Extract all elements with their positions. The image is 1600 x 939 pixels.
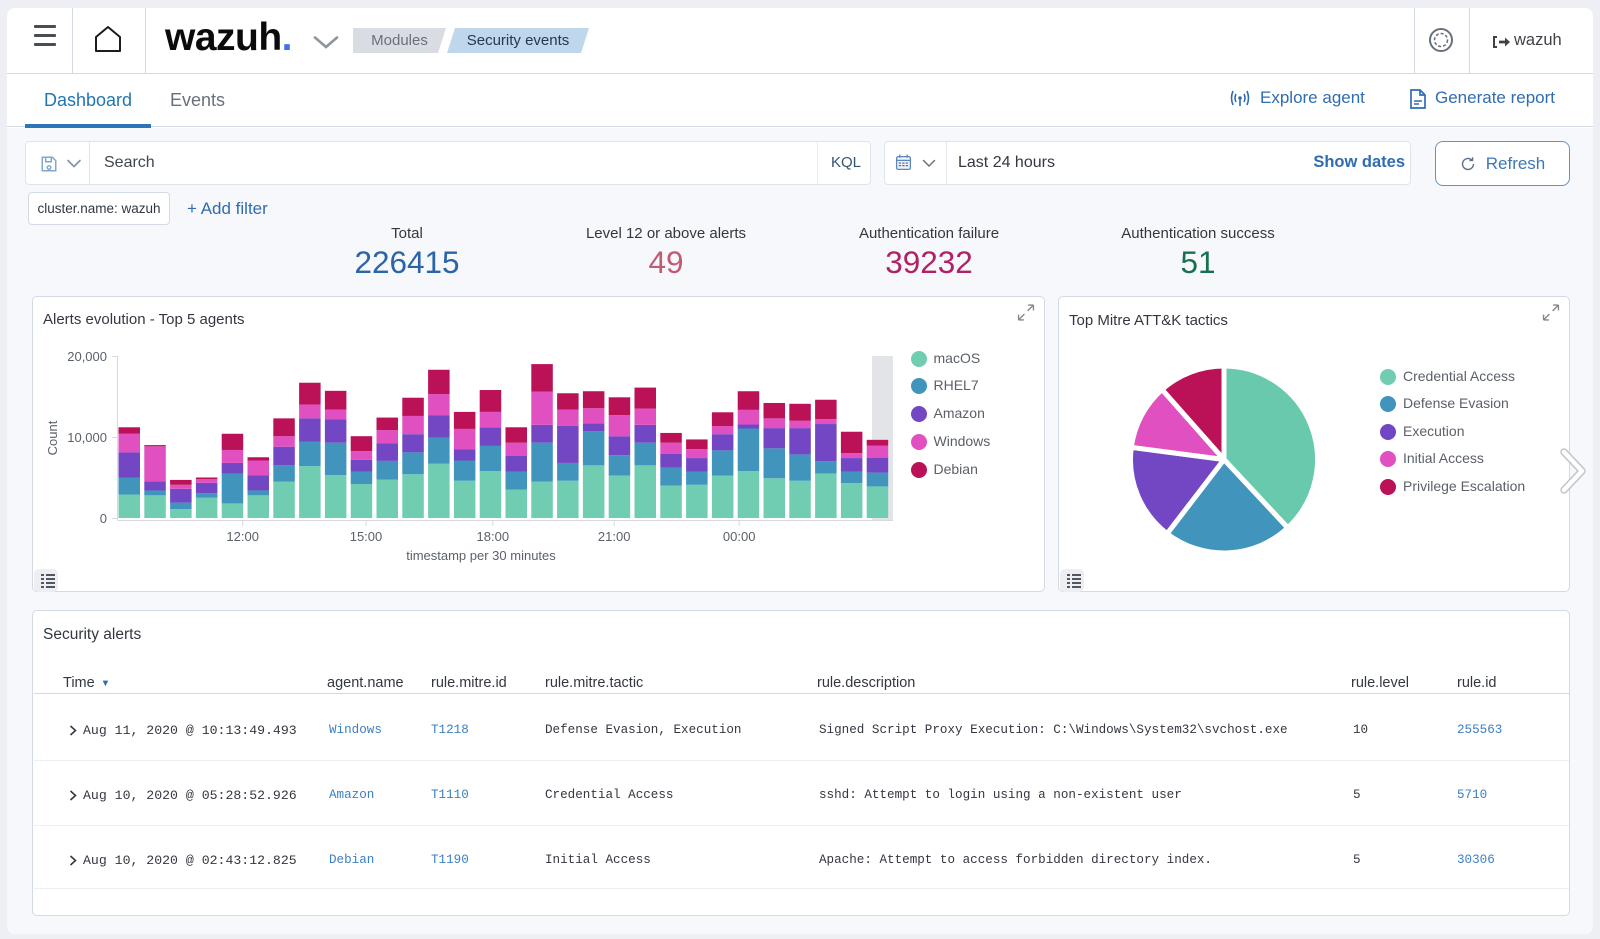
svg-text:12:00: 12:00 xyxy=(226,529,259,544)
svg-text:00:00: 00:00 xyxy=(723,529,756,544)
svg-text:18:00: 18:00 xyxy=(477,529,510,544)
svg-text:15:00: 15:00 xyxy=(350,529,383,544)
svg-text:Count: Count xyxy=(45,420,60,455)
svg-text:21:00: 21:00 xyxy=(598,529,631,544)
svg-text:20,000: 20,000 xyxy=(67,349,107,364)
svg-text:0: 0 xyxy=(100,511,107,526)
svg-text:10,000: 10,000 xyxy=(67,430,107,445)
svg-text:timestamp per 30 minutes: timestamp per 30 minutes xyxy=(406,548,556,563)
